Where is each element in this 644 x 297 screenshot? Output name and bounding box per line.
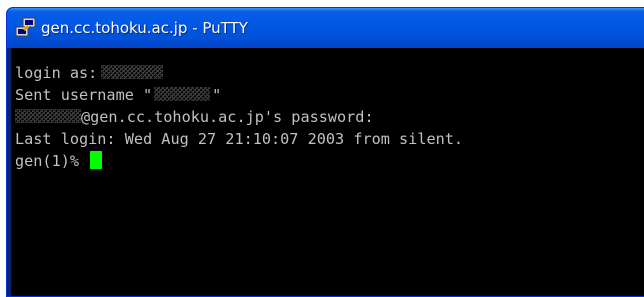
terminal-line-last-login: Last login: Wed Aug 27 21:10:07 2003 fro…	[15, 130, 464, 148]
terminal-line-prompt: gen(1)%	[15, 150, 644, 172]
masked-username	[154, 87, 211, 101]
terminal-line-password: @gen.cc.tohoku.ac.jp's password:	[15, 106, 644, 128]
terminal-area[interactable]: login as: Sent username " " @gen.cc.tohok…	[11, 48, 644, 296]
shell-prompt: gen(1)%	[15, 152, 89, 170]
sent-username-close-quote: "	[212, 86, 222, 104]
masked-username	[101, 65, 164, 79]
password-prompt-text: @gen.cc.tohoku.ac.jp's password:	[81, 108, 374, 126]
terminal-line-login: login as:	[15, 62, 644, 84]
title-bar[interactable]: gen.cc.tohoku.ac.jp - PuTTY	[7, 8, 644, 48]
putty-icon[interactable]	[15, 17, 37, 39]
login-prompt-text: login as:	[15, 64, 98, 82]
window-title: gen.cc.tohoku.ac.jp - PuTTY	[41, 19, 248, 37]
text-cursor	[90, 151, 103, 169]
putty-window: gen.cc.tohoku.ac.jp - PuTTY login as: Se…	[6, 7, 644, 297]
terminal-line-sent-username: Sent username " "	[15, 84, 644, 106]
sent-username-text: Sent username "	[15, 86, 153, 104]
masked-username	[15, 109, 81, 123]
